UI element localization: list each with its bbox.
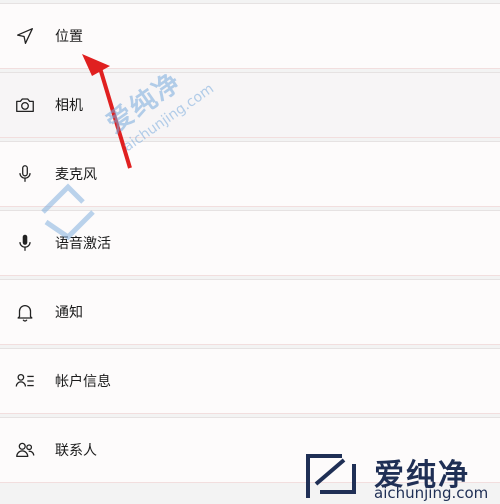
settings-item-location[interactable]: 位置 [0,3,500,69]
settings-item-label: 通知 [55,305,83,321]
location-arrow-icon [13,24,37,48]
microphone-icon [13,162,37,186]
settings-item-account-info[interactable]: 帐户信息 [0,348,500,414]
microphone-filled-icon [13,231,37,255]
settings-item-voice-activation[interactable]: 语音激活 [0,210,500,276]
settings-item-label: 帐户信息 [55,374,111,390]
privacy-settings-list: 位置 相机 麦克风 语音激活 通知 帐户信息 联系人 爱纯净 aichunjin… [0,0,500,504]
account-info-icon [13,369,37,393]
settings-item-notifications[interactable]: 通知 [0,279,500,345]
settings-item-label: 位置 [55,29,83,45]
camera-icon [13,93,37,117]
settings-item-label: 麦克风 [55,167,97,183]
settings-item-microphone[interactable]: 麦克风 [0,141,500,207]
settings-item-contacts[interactable]: 联系人 [0,417,500,483]
bell-icon [13,300,37,324]
contacts-icon [13,438,37,462]
settings-item-label: 语音激活 [55,236,111,252]
settings-item-label: 相机 [55,98,83,114]
watermark-url: aichunjing.com [374,484,489,502]
settings-item-label: 联系人 [55,443,97,459]
settings-item-camera[interactable]: 相机 [0,72,500,138]
